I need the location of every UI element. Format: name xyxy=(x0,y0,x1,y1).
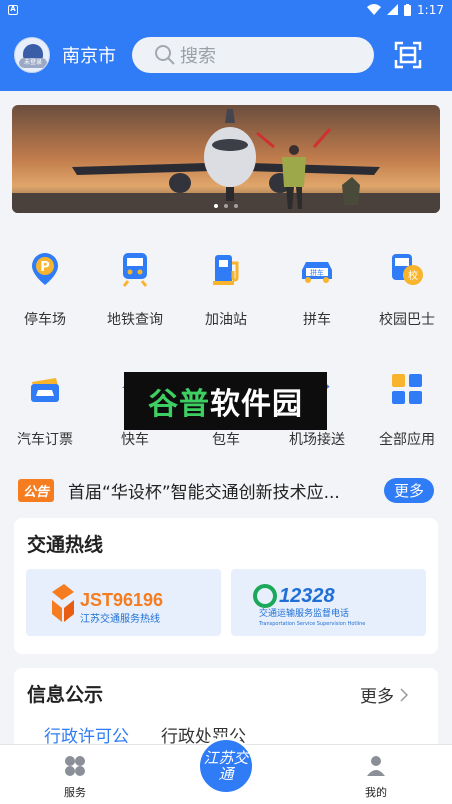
hotline-jst96196[interactable]: JST96196 江苏交通服务热线 xyxy=(26,569,221,636)
search-placeholder: 搜索 xyxy=(180,46,216,67)
metro-icon xyxy=(122,253,148,287)
announcement-bar[interactable]: 公告 首届“华设杯”智能交通创新技术应... 更多 xyxy=(18,476,434,504)
watermark-overlay: 谷普 软件园 xyxy=(124,372,327,430)
svg-text:拼车: 拼车 xyxy=(310,268,324,277)
wifi-icon xyxy=(367,4,382,15)
hotline-12328[interactable]: 12328 交通运输服务监督电话 Transportation Service … xyxy=(231,569,426,636)
watermark-text-white: 软件园 xyxy=(210,387,303,422)
carousel-dot[interactable] xyxy=(234,204,238,208)
carousel-dots xyxy=(12,204,440,208)
svg-text:P: P xyxy=(40,260,50,275)
nav-service[interactable]: 服务 xyxy=(45,755,105,800)
service-all-apps[interactable]: 全部应用 xyxy=(362,369,452,449)
all-apps-icon xyxy=(392,374,422,404)
announcement-tag: 公告 xyxy=(18,478,55,502)
carousel-dot[interactable] xyxy=(214,204,218,208)
top-header: 未登录 南京市 搜索 xyxy=(0,19,452,91)
status-bar: A 1:17 xyxy=(0,0,452,19)
nav-home-logo[interactable]: 江苏交通 xyxy=(197,737,255,795)
service-school-bus[interactable]: 校 校园巴士 xyxy=(362,249,452,329)
svg-text:校: 校 xyxy=(408,269,418,282)
login-status-badge: 未登录 xyxy=(19,58,47,68)
chevron-right-icon xyxy=(400,687,408,702)
info-title: 信息公示 xyxy=(27,684,104,706)
banner-carousel[interactable] xyxy=(12,105,440,213)
service-carpool[interactable]: 拼车 拼车 xyxy=(272,249,362,329)
gas-station-icon xyxy=(213,255,239,285)
svg-text:12328: 12328 xyxy=(279,585,335,607)
scan-button[interactable] xyxy=(394,41,422,69)
notification-icon: A xyxy=(8,4,18,15)
watermark-text-green: 谷普 xyxy=(148,387,210,422)
battery-icon xyxy=(404,3,412,16)
service-bus-ticket[interactable]: 汽车订票 xyxy=(0,369,90,449)
announcement-text[interactable]: 首届“华设杯”智能交通创新技术应... xyxy=(68,478,358,503)
hotline-title: 交通热线 xyxy=(27,534,104,556)
scan-icon xyxy=(394,41,422,69)
banner-image xyxy=(12,105,440,213)
svg-text:江苏交通服务热线: 江苏交通服务热线 xyxy=(80,612,160,625)
search-input[interactable]: 搜索 xyxy=(132,37,374,73)
jst-logo-icon: JST96196 江苏交通服务热线 xyxy=(51,583,163,625)
12328-logo-icon: 12328 交通运输服务监督电话 Transportation Service … xyxy=(252,583,365,627)
avatar[interactable]: 未登录 xyxy=(14,37,50,73)
hotline-card: 交通热线 JST96196 江苏交通服务热线 12328 交通运输服务监督电话 … xyxy=(14,518,438,654)
bus-ticket-icon xyxy=(31,378,59,402)
clock: 1:17 xyxy=(417,2,444,17)
school-bus-icon: 校 xyxy=(392,254,423,285)
bottom-navigation: 服务 江苏交通 我的 xyxy=(0,737,452,804)
svg-text:交通运输服务监督电话: 交通运输服务监督电话 xyxy=(259,607,349,619)
service-parking[interactable]: P 停车场 xyxy=(0,249,90,329)
city-selector[interactable]: 南京市 xyxy=(62,42,116,68)
search-icon xyxy=(155,45,175,65)
announcement-more-button[interactable]: 更多 xyxy=(383,477,434,503)
svg-text:Transportation Service Supervi: Transportation Service Supervision Hotli… xyxy=(258,621,365,627)
service-metro[interactable]: 地铁查询 xyxy=(90,249,180,329)
nav-mine[interactable]: 我的 xyxy=(346,755,406,800)
user-icon xyxy=(367,756,385,776)
carousel-dot[interactable] xyxy=(224,204,228,208)
svg-text:JST96196: JST96196 xyxy=(80,590,163,610)
carpool-icon: 拼车 xyxy=(302,262,332,283)
service-grid-icon xyxy=(65,756,85,776)
signal-icon xyxy=(387,4,399,15)
info-more-button[interactable]: 更多 xyxy=(360,682,408,707)
service-gas-station[interactable]: 加油站 xyxy=(181,249,271,329)
parking-icon: P xyxy=(32,253,58,285)
